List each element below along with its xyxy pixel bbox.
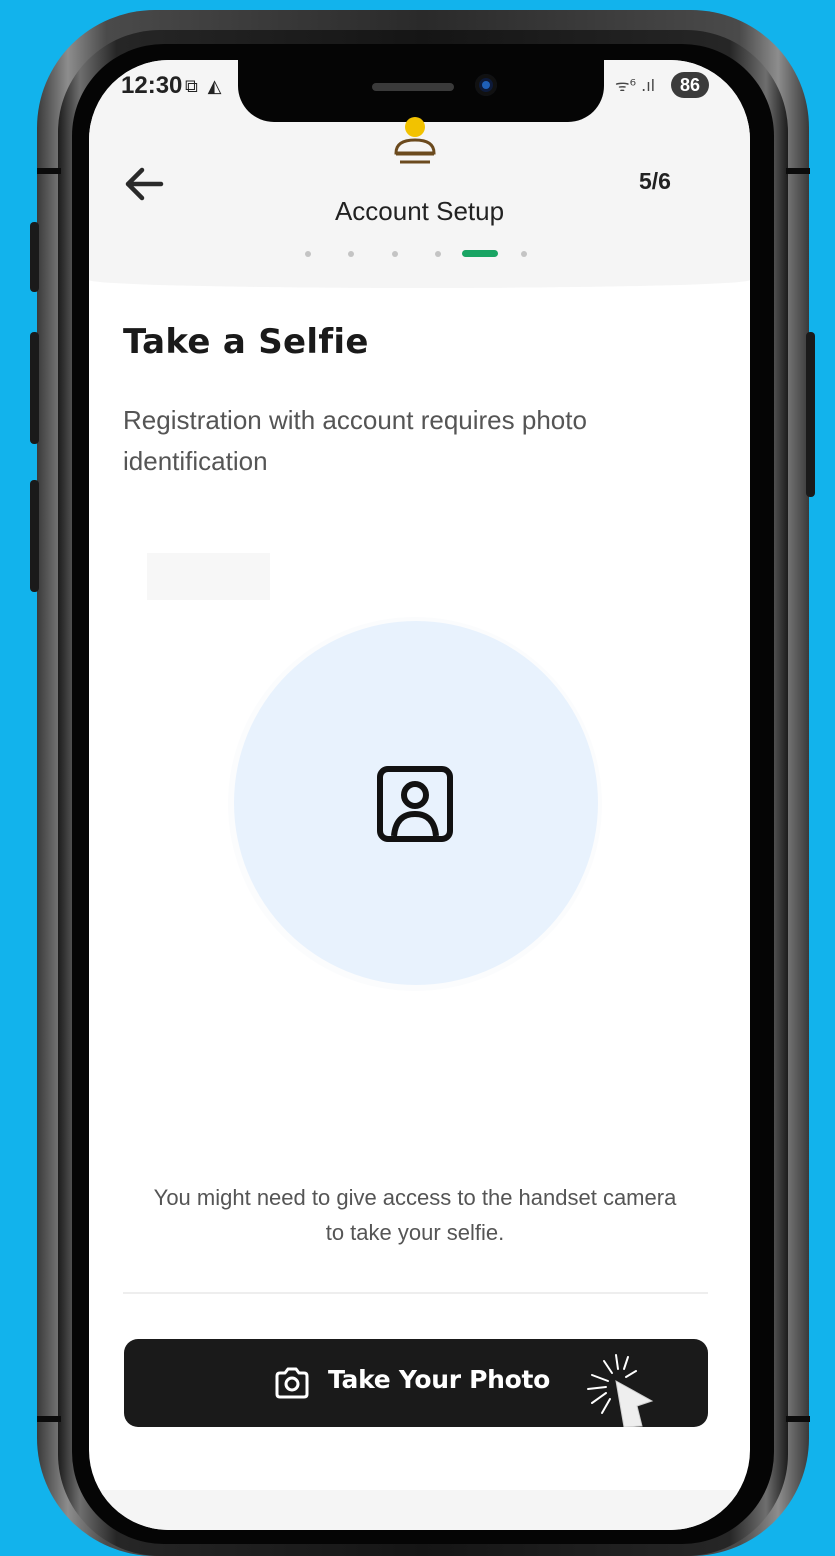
volume-down-button [30,480,39,592]
antenna-band [786,168,810,174]
progress-dot [305,251,311,257]
page-subtitle: Registration with account requires photo… [123,405,587,476]
progress-dot-active [462,250,498,257]
progress-dot [435,251,441,257]
phone-screen: 12:30 ⧉ ◭ ᯤ⁶ .ıl 86 5/6 Account Setup Ta… [89,60,750,1530]
signal-icon: ᯤ⁶ .ıl [615,76,656,95]
progress-dot [392,251,398,257]
progress-dot [521,251,527,257]
status-time: 12:30 [121,72,183,99]
volume-up-button [30,332,39,444]
placeholder-box [147,553,270,600]
power-button [806,332,815,497]
progress-dot [348,251,354,257]
click-pointer-icon [587,1354,654,1427]
header-title: Account Setup [334,196,505,226]
person-logo-icon [394,117,436,164]
page-title: Take a Selfie [123,322,369,362]
front-camera [475,74,497,96]
camera-notch [238,60,604,122]
bottom-strip [89,1490,750,1530]
antenna-band [37,168,61,174]
portrait-frame-icon [377,766,453,842]
take-photo-button[interactable]: Take Your Photo [124,1339,708,1427]
earpiece-speaker [372,83,454,91]
antenna-band [786,1416,810,1422]
step-counter: 5/6 [639,168,671,194]
take-photo-label: Take Your Photo [328,1365,551,1394]
status-notification-icons: ⧉ ◭ [185,76,224,97]
camera-icon [275,1367,309,1399]
progress-dots [89,248,750,260]
antenna-band [37,1416,61,1422]
camera-access-note: You might need to give access to the han… [153,1185,677,1245]
divider [123,1292,708,1294]
mute-switch [30,222,39,292]
battery-indicator: 86 [671,72,709,98]
